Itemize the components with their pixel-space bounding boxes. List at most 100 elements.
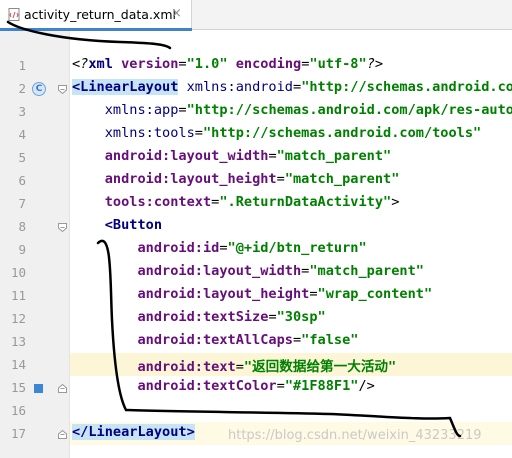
- code-token: "false": [301, 332, 359, 348]
- code-line[interactable]: android:textColor="#1F88F1"/>: [70, 376, 512, 399]
- fold-close-icon[interactable]: [58, 430, 67, 439]
- code-line-text: <Button: [72, 217, 162, 233]
- code-token: "1.0": [186, 56, 236, 72]
- code-line-text: xmlns:app="http://schemas.android.com/ap…: [72, 102, 512, 118]
- code-token: "http://schemas.android.com/apk/res/andr…: [301, 79, 512, 95]
- code-token: android:layout_height: [104, 171, 277, 187]
- code-token: <LinearLayout: [72, 79, 179, 95]
- code-token: =: [219, 240, 228, 256]
- line-number: 15: [10, 380, 26, 395]
- code-token: "30sp": [276, 309, 326, 325]
- code-token: android:id: [137, 240, 220, 256]
- code-line[interactable]: android:id="@+id/btn_return": [70, 238, 512, 261]
- line-number: 14: [10, 357, 26, 372]
- code-line[interactable]: tools:context=".ReturnDataActivity">: [70, 192, 512, 215]
- code-token: "@+id/btn_return": [227, 240, 367, 256]
- code-line[interactable]: <?xml version="1.0" encoding="utf-8"?>: [70, 54, 512, 77]
- code-line-text: xmlns:tools="http://schemas.android.com/…: [72, 125, 481, 141]
- line-number: 2: [18, 81, 26, 96]
- code-line[interactable]: android:layout_width="match_parent": [70, 146, 512, 169]
- code-line-text: android:textAllCaps="false": [72, 332, 358, 348]
- code-token: =: [309, 286, 318, 302]
- code-token: ".ReturnDataActivity": [219, 194, 392, 210]
- code-token: </LinearLayout>: [72, 424, 195, 440]
- code-token: "http://schemas.android.com/apk/res-auto…: [186, 102, 512, 118]
- code-line[interactable]: android:text="返回数据给第一大活动": [70, 353, 512, 376]
- code-line[interactable]: <Button: [70, 215, 512, 238]
- code-line[interactable]: <LinearLayout xmlns:android="http://sche…: [70, 77, 512, 100]
- code-line-text: android:text="返回数据给第一大活动": [72, 355, 396, 375]
- close-icon[interactable]: ×: [171, 6, 182, 21]
- code-token: "http://schemas.android.com/tools": [202, 125, 482, 141]
- line-number: 8: [18, 219, 26, 234]
- code-line-text: android:textSize="30sp": [72, 309, 326, 325]
- code-token: xmlns:tools: [104, 125, 195, 141]
- code-line-text: tools:context=".ReturnDataActivity">: [72, 194, 400, 210]
- code-line[interactable]: android:layout_height="wrap_content": [70, 284, 512, 307]
- line-number: 9: [18, 242, 26, 257]
- fold-open-icon[interactable]: [58, 223, 67, 232]
- line-number: 5: [18, 150, 26, 165]
- code-token: <?: [72, 56, 89, 72]
- code-line-text: android:textColor="#1F88F1"/>: [72, 378, 375, 394]
- code-line-text: android:layout_width="match_parent": [72, 263, 423, 279]
- code-line-text: <?xml version="1.0" encoding="utf-8"?>: [72, 56, 383, 72]
- line-number: 3: [18, 104, 26, 119]
- code-line[interactable]: android:layout_width="match_parent": [70, 261, 512, 284]
- code-token: xmlns:android: [186, 79, 293, 95]
- editor-gutter: 1 2 C 3 4 5 6 7 8 9 10 11 12 13 14 15 16 17: [0, 31, 70, 458]
- line-number: 4: [18, 127, 26, 142]
- code-line-text: <LinearLayout xmlns:android="http://sche…: [72, 79, 512, 95]
- code-line[interactable]: android:layout_height="match_parent": [70, 169, 512, 192]
- file-tab[interactable]: activity_return_data.xml ×: [0, 0, 192, 31]
- code-token: "wrap_content": [317, 286, 433, 302]
- code-token: android:layout_height: [137, 286, 310, 302]
- line-number: 17: [10, 426, 26, 441]
- code-token: =: [292, 332, 302, 348]
- code-line[interactable]: android:textSize="30sp": [70, 307, 512, 330]
- code-token: "match_parent": [284, 171, 400, 187]
- code-token: android:layout_width: [137, 263, 302, 279]
- code-token: =: [293, 79, 302, 95]
- code-token: />: [358, 378, 375, 394]
- fold-open-icon[interactable]: [58, 85, 67, 94]
- code-token: xml: [88, 56, 122, 72]
- code-area[interactable]: <?xml version="1.0" encoding="utf-8"?> <L…: [70, 31, 512, 458]
- code-token: <Button: [104, 217, 163, 233]
- line-number: 10: [10, 265, 26, 280]
- line-number: 7: [18, 196, 26, 211]
- code-token: >: [391, 194, 400, 210]
- fold-close-icon[interactable]: [58, 384, 67, 393]
- watermark: https://blog.csdn.net/weixin_43233219: [228, 428, 482, 443]
- code-token: =: [178, 56, 187, 72]
- line-number: 12: [10, 311, 26, 326]
- code-line-text: android:id="@+id/btn_return": [72, 240, 367, 256]
- code-line[interactable]: android:textAllCaps="false": [70, 330, 512, 353]
- code-line-text: android:layout_height="match_parent": [72, 171, 400, 187]
- code-token: ?>: [366, 56, 384, 72]
- code-line-text: android:layout_height="wrap_content": [72, 286, 432, 302]
- file-tab-label: activity_return_data.xml: [24, 7, 176, 22]
- code-token: tools:context: [104, 194, 212, 210]
- color-swatch-icon[interactable]: [34, 384, 43, 393]
- code-token: "utf-8": [309, 56, 367, 72]
- code-token: android:textColor: [137, 378, 277, 394]
- code-token: =: [235, 359, 244, 375]
- editor-tab-bar: activity_return_data.xml ×: [0, 0, 512, 31]
- line-number: 11: [10, 288, 26, 303]
- code-line[interactable]: xmlns:tools="http://schemas.android.com/…: [70, 123, 512, 146]
- line-number: 13: [10, 334, 26, 349]
- code-line[interactable]: xmlns:app="http://schemas.android.com/ap…: [70, 100, 512, 123]
- class-marker-icon[interactable]: C: [32, 82, 46, 96]
- line-number: 1: [18, 58, 26, 73]
- code-line[interactable]: [70, 399, 512, 422]
